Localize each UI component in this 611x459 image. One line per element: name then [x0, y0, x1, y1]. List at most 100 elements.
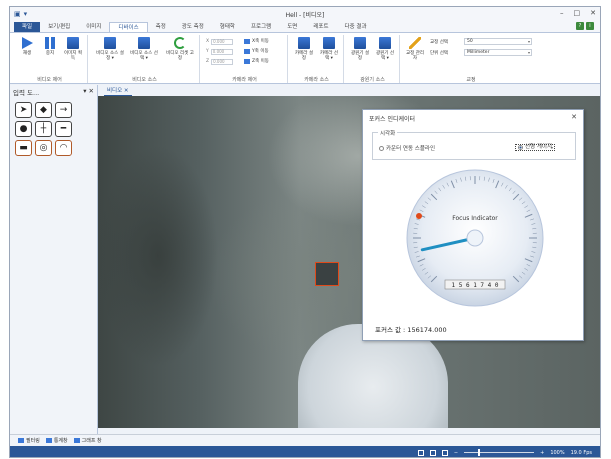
focus-region-box[interactable]	[315, 262, 339, 286]
pause-icon	[44, 37, 56, 49]
tab-filtering[interactable]: 필터링	[18, 437, 40, 444]
info-icon[interactable]: i	[586, 22, 594, 30]
maximize-button[interactable]: □	[574, 9, 581, 17]
lighting-settings-button[interactable]: 광원기 설정	[349, 37, 371, 61]
line-arrow-tool-icon[interactable]: →	[55, 102, 72, 118]
z-input[interactable]: 0.000	[211, 58, 234, 65]
bottom-panel-tabs: 필터링 통계창 그래프 창	[10, 434, 600, 446]
gauge-hub	[466, 229, 484, 247]
video-source-select-button[interactable]: 비디오 소스 선택 ▾	[130, 37, 158, 61]
tool-panel-header: 입력 도... ▾ ✕	[10, 85, 97, 97]
view-normal-icon[interactable]	[417, 449, 424, 456]
status-bar: − + 100% 19.0 Fps	[10, 446, 600, 457]
window-controls: – □ ✕	[560, 9, 596, 17]
video-settings-icon	[104, 37, 116, 49]
tab-multi-result[interactable]: 다중 결과	[337, 22, 375, 32]
video-select-icon	[138, 37, 150, 49]
dialog-title: 포커스 인디케이터	[369, 116, 416, 123]
move-icon	[244, 48, 250, 54]
horizontal-line-tool-icon[interactable]: ━	[55, 121, 72, 137]
group-label: 카메라 제어	[232, 77, 257, 83]
view-grid-icon[interactable]	[429, 449, 436, 456]
ruler-pencil-icon	[409, 37, 421, 49]
lighting-select-button[interactable]: 광원기 선택 ▾	[374, 37, 396, 61]
radio-dot-selected-icon	[518, 145, 523, 150]
refresh-icon	[174, 37, 186, 49]
visualization-group: 시각화 카운터 연동 스플라인 선형 게이지	[372, 129, 576, 160]
pointer-tool-icon[interactable]: ➤	[15, 102, 32, 118]
tool-panel-title: 입력 도...	[13, 89, 40, 97]
z-move-button[interactable]: Z축 이동	[244, 58, 269, 64]
camera-settings-button[interactable]: 카메라 설정	[293, 37, 315, 61]
close-window-button[interactable]: ✕	[590, 9, 596, 17]
view-fit-icon[interactable]	[441, 449, 448, 456]
tab-drawing[interactable]: 도면	[279, 22, 305, 32]
y-input[interactable]: 0.000	[210, 48, 233, 55]
unit-select[interactable]: Millimeter	[464, 49, 532, 56]
play-icon	[22, 37, 33, 49]
dialog-close-button[interactable]: ✕	[571, 113, 577, 121]
gauge-marker-icon	[416, 213, 422, 219]
y-move-button[interactable]: Y축 이동	[244, 48, 269, 54]
tab-morphology[interactable]: 형태학	[212, 22, 243, 32]
tab-graph[interactable]: 그래프 창	[73, 437, 102, 444]
dialog-header: 포커스 인디케이터 ✕	[363, 110, 583, 124]
tab-program[interactable]: 프로그램	[243, 22, 279, 32]
filter-icon	[18, 438, 24, 443]
focus-value: 포커스 값 : 156174.000	[375, 326, 447, 334]
group-camera-source: 카메라 설정 카메라 선택 ▾ 카메라 소스	[290, 35, 344, 83]
zoom-slider[interactable]	[464, 449, 535, 456]
tab-file[interactable]: 파일	[14, 22, 41, 32]
group-label: 교정	[466, 77, 476, 83]
help-icon[interactable]: ?	[576, 22, 584, 30]
gauge-counter: 1 5 6 1 7 4 0	[452, 282, 499, 289]
tab-view-edit[interactable]: 보기/편집	[40, 22, 78, 32]
ribbon: 재생 중지 이미지 획득 비디오 제어 비디오 소스 설정 ▾ 비디오 소스 선…	[10, 32, 600, 84]
group-video-control: 재생 중지 이미지 획득 비디오 제어	[12, 35, 88, 83]
crosshair-tool-icon[interactable]: ┼	[35, 121, 52, 137]
tab-image[interactable]: 이미지	[78, 22, 109, 32]
radio-dot-icon	[379, 145, 384, 151]
zoom-in-icon[interactable]: +	[540, 450, 544, 456]
video-source-settings-button[interactable]: 비디오 소스 설정 ▾	[96, 37, 124, 61]
tab-device[interactable]: 디바이스	[109, 22, 148, 32]
ruler-tool-icon[interactable]: ▬	[15, 140, 32, 156]
diamond-tool-icon[interactable]: ◆	[35, 102, 52, 118]
gauge-tool-icon[interactable]: ◠	[55, 140, 72, 156]
title-bar: ▣ ▾ Hell - [비디오] – □ ✕	[10, 7, 600, 21]
play-button[interactable]: 재생	[16, 37, 38, 56]
video-reset-button[interactable]: 비디오 리셋 고정	[166, 37, 194, 61]
radio-linear-gauge[interactable]: 선형 게이지	[515, 144, 556, 151]
x-move-button[interactable]: X축 이동	[244, 38, 269, 44]
visualization-legend: 시각화	[378, 129, 398, 137]
calibration-select[interactable]: 50	[464, 38, 532, 45]
window-title: Hell - [비디오]	[285, 12, 325, 19]
mouse-tool-icon[interactable]: ●	[15, 121, 32, 137]
unit-select-label: 단위 선택	[430, 51, 448, 56]
zoom-level: 100%	[550, 449, 565, 456]
tool-panel-controls[interactable]: ▾ ✕	[83, 87, 94, 95]
camera-select-button[interactable]: 카메라 선택 ▾	[318, 37, 340, 61]
minimize-button[interactable]: –	[560, 9, 564, 17]
graph-icon	[73, 438, 80, 443]
camera-select-icon	[323, 37, 335, 49]
focus-gauge: Focus Indicator 1 5 6 1 7 4 0	[406, 169, 544, 307]
tab-report[interactable]: 레포트	[305, 22, 336, 32]
capture-image-button[interactable]: 이미지 획득	[62, 37, 84, 61]
calibration-manager-button[interactable]: 교정 관리자	[404, 37, 426, 61]
input-tool-panel: 입력 도... ▾ ✕ ➤ ◆ → ● ┼ ━ ▬ ◎ ◠	[10, 85, 98, 434]
group-label: 비디오 소스	[132, 77, 157, 83]
document-tab-row: 비디오 ✕	[98, 85, 600, 96]
tab-video[interactable]: 비디오 ✕	[104, 85, 132, 96]
tab-statistics[interactable]: 통계창	[45, 437, 68, 444]
radio-counter-spline[interactable]: 카운터 연동 스플라인	[379, 144, 435, 152]
x-field: X 0.000	[206, 38, 234, 45]
circle-tool-icon[interactable]: ◎	[35, 140, 52, 156]
x-input[interactable]: 0.000	[211, 38, 234, 45]
zoom-out-icon[interactable]: −	[454, 450, 458, 456]
help-icons: ? i	[576, 22, 594, 30]
tab-photometry[interactable]: 광도 측정	[174, 22, 212, 32]
tab-measure[interactable]: 측정	[148, 22, 174, 32]
group-label: 광원기 소스	[360, 77, 385, 83]
stop-button[interactable]: 중지	[39, 37, 61, 56]
